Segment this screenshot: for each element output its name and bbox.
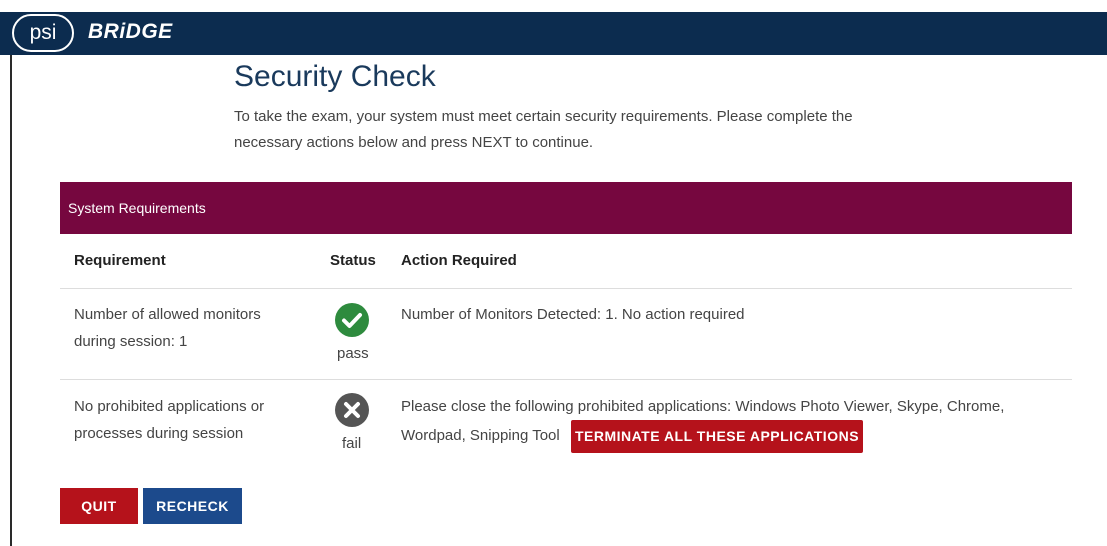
psi-logo: psi <box>12 14 74 52</box>
page-intro: To take the exam, your system must meet … <box>234 104 914 156</box>
row-1-action: Number of Monitors Detected: 1. No actio… <box>401 306 745 323</box>
row-2-requirement-line-2: processes during session <box>74 425 244 442</box>
row-2-action-line-1: Please close the following prohibited ap… <box>401 398 1005 415</box>
recheck-button[interactable]: RECHECK <box>143 488 242 524</box>
check-circle-icon <box>335 303 369 337</box>
table-divider <box>60 288 1072 289</box>
x-circle-icon <box>335 393 369 427</box>
left-border <box>10 55 12 546</box>
system-requirements-header: System Requirements <box>60 182 1072 234</box>
row-1-requirement: Number of allowed monitors during sessio… <box>74 301 314 355</box>
column-header-requirement: Requirement <box>74 252 166 269</box>
terminate-applications-button[interactable]: TERMINATE ALL THESE APPLICATIONS <box>571 420 863 453</box>
row-1-requirement-line-1: Number of allowed monitors <box>74 306 261 323</box>
row-2-requirement: No prohibited applications or processes … <box>74 393 314 447</box>
table-divider <box>60 379 1072 380</box>
row-1-requirement-line-2: during session: 1 <box>74 333 188 350</box>
top-strip <box>0 0 1107 12</box>
page-title: Security Check <box>234 60 436 93</box>
column-header-action: Action Required <box>401 252 517 269</box>
quit-button[interactable]: QUIT <box>60 488 138 524</box>
row-2-status: fail <box>342 435 362 452</box>
row-2-action-line-2: Wordpad, Snipping Tool <box>401 427 560 444</box>
column-header-status: Status <box>330 252 376 269</box>
bridge-logo: BRiDGE <box>88 20 173 43</box>
row-1-status: pass <box>337 345 369 362</box>
row-2-requirement-line-1: No prohibited applications or <box>74 398 265 415</box>
intro-line-2: necessary actions below and press NEXT t… <box>234 134 594 151</box>
intro-line-1: To take the exam, your system must meet … <box>234 108 853 125</box>
